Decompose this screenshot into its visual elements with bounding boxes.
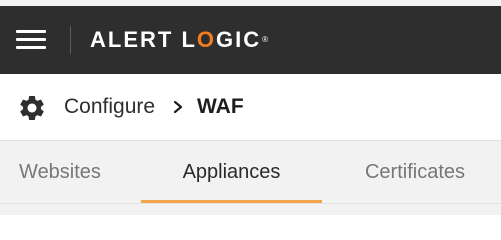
logo-text-accent: O bbox=[196, 27, 217, 52]
logo-text-part2: GIC bbox=[216, 27, 262, 52]
app-header: ALERT LOGIC® bbox=[0, 6, 501, 74]
tab-websites[interactable]: Websites bbox=[0, 141, 120, 203]
gear-icon bbox=[20, 96, 44, 120]
alert-logic-logo[interactable]: ALERT LOGIC® bbox=[90, 27, 268, 53]
chevron-right-icon bbox=[173, 100, 183, 114]
breadcrumb: Configure WAF bbox=[0, 74, 501, 140]
tab-bar-divider bbox=[0, 203, 501, 204]
hamburger-menu-icon[interactable] bbox=[16, 30, 46, 50]
tab-certificates[interactable]: Certificates bbox=[340, 141, 490, 203]
logo-registered-mark: ® bbox=[262, 35, 269, 44]
breadcrumb-configure-link[interactable]: Configure bbox=[64, 94, 155, 120]
header-divider bbox=[70, 26, 71, 54]
breadcrumb-current-page: WAF bbox=[197, 95, 244, 118]
tab-appliances[interactable]: Appliances bbox=[141, 141, 322, 203]
tab-bar: Websites Appliances Certificates bbox=[0, 140, 501, 215]
logo-text-part1: ALERT L bbox=[90, 27, 197, 52]
